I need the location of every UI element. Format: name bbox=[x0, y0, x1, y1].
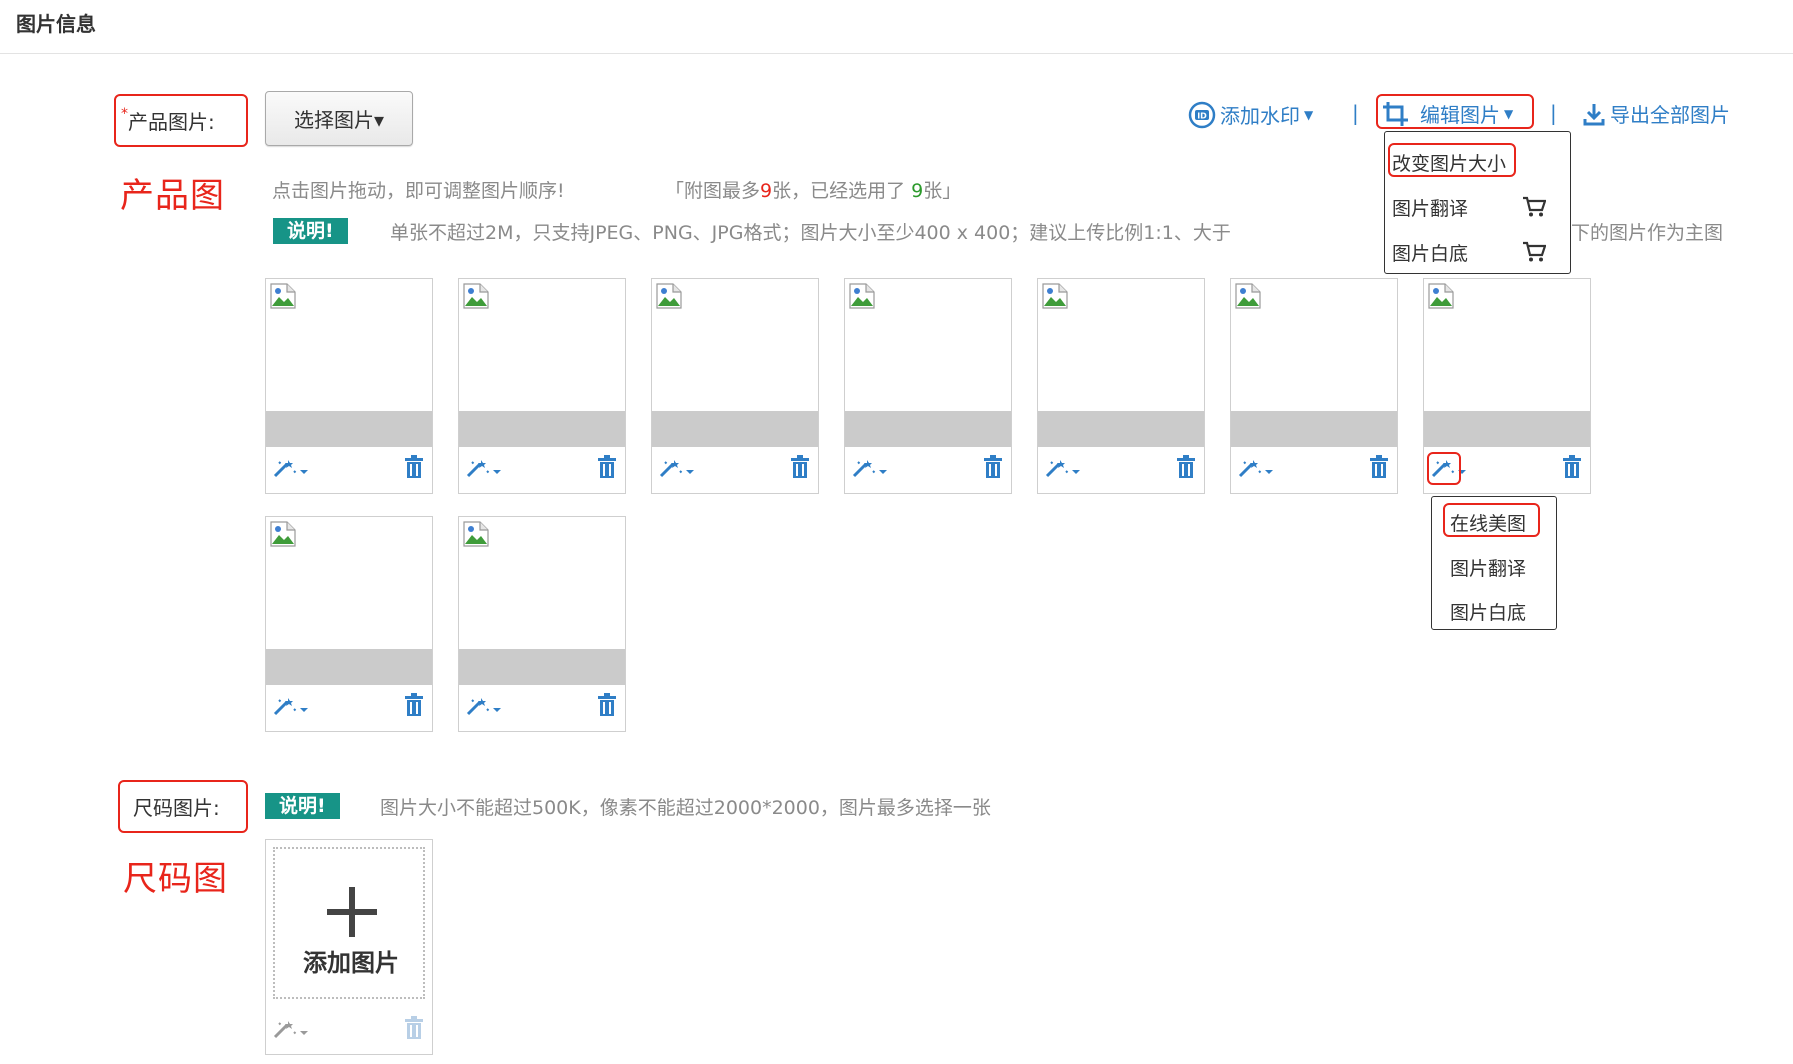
broken-image-icon bbox=[462, 282, 490, 314]
product-image-thumb[interactable] bbox=[458, 516, 626, 732]
magic-wand-icon[interactable] bbox=[272, 457, 312, 483]
svg-text:ID: ID bbox=[1197, 111, 1207, 120]
edit-image-button[interactable]: 编辑图片 ▼ bbox=[1382, 99, 1513, 128]
trash-icon[interactable] bbox=[1176, 455, 1196, 483]
limit-prefix: 「附图最多 bbox=[665, 180, 761, 202]
trash-icon[interactable] bbox=[404, 455, 424, 483]
magic-wand-icon[interactable] bbox=[1237, 457, 1277, 483]
cart-icon bbox=[1523, 241, 1546, 262]
trash-icon bbox=[405, 1016, 423, 1039]
thumb-caption-bar bbox=[1231, 411, 1397, 447]
product-image-thumb[interactable] bbox=[844, 278, 1012, 494]
size-spec-text: 图片大小不能超过500K，像素不能超过2000*2000，图片最多选择一张 bbox=[380, 797, 991, 819]
magic-wand-icon[interactable] bbox=[465, 695, 505, 721]
trash-icon[interactable] bbox=[1562, 455, 1582, 483]
limit-used: 9 bbox=[911, 180, 924, 202]
menu-item-translate[interactable]: 图片翻译 bbox=[1450, 554, 1526, 581]
add-size-image[interactable]: 添加图片 bbox=[265, 839, 433, 1055]
trash-icon[interactable] bbox=[983, 455, 1003, 483]
required-star: * bbox=[121, 106, 128, 122]
chevron-down-icon: ▼ bbox=[1304, 107, 1314, 122]
broken-image-icon bbox=[462, 520, 490, 552]
spec-text: 单张不超过2M，只支持JPEG、PNG、JPG格式；图片大小至少400 x 40… bbox=[390, 222, 1231, 244]
broken-image-icon bbox=[1234, 282, 1262, 314]
thumb-caption-bar bbox=[1038, 411, 1204, 447]
product-image-thumb[interactable] bbox=[265, 278, 433, 494]
toolbar-separator: | bbox=[1352, 101, 1359, 125]
wand-menu: 在线美图 图片翻译 图片白底 bbox=[1431, 496, 1557, 630]
magic-wand-icon[interactable] bbox=[465, 457, 505, 483]
export-all-images-button[interactable]: 导出全部图片 bbox=[1582, 99, 1730, 128]
select-image-button[interactable]: 选择图片▾ bbox=[265, 91, 413, 146]
image-limit-hint: 「附图最多9张，已经选用了 9张」 bbox=[665, 176, 961, 203]
limit-max: 9 bbox=[760, 180, 773, 202]
cart-icon bbox=[1523, 196, 1546, 217]
thumb-caption-bar bbox=[1424, 411, 1590, 447]
size-spec-badge: 说明! bbox=[265, 793, 340, 819]
add-image-dropzone[interactable]: 添加图片 bbox=[273, 847, 425, 999]
trash-icon[interactable] bbox=[1369, 455, 1389, 483]
product-annotation: 产品图 bbox=[120, 176, 225, 216]
broken-image-icon bbox=[655, 282, 683, 314]
watermark-icon: ID bbox=[1188, 101, 1216, 128]
magic-wand-icon[interactable] bbox=[851, 457, 891, 483]
select-image-button-label: 选择图片▾ bbox=[293, 108, 385, 132]
product-image-thumb[interactable] bbox=[1230, 278, 1398, 494]
menu-item-translate[interactable]: 图片翻译 bbox=[1392, 194, 1468, 221]
chevron-down-icon: ▼ bbox=[1504, 106, 1514, 121]
section-title: 图片信息 bbox=[16, 12, 96, 36]
product-image-label-text: 产品图片: bbox=[128, 110, 215, 134]
magic-wand-icon[interactable] bbox=[272, 695, 312, 721]
product-image-thumb[interactable] bbox=[1037, 278, 1205, 494]
header-divider bbox=[0, 53, 1793, 54]
magic-wand-icon[interactable] bbox=[1044, 457, 1084, 483]
menu-item-resize[interactable]: 改变图片大小 bbox=[1392, 149, 1506, 176]
menu-item-white-background[interactable]: 图片白底 bbox=[1450, 598, 1526, 625]
product-image-thumb[interactable] bbox=[265, 516, 433, 732]
toolbar-separator: | bbox=[1550, 101, 1557, 125]
edit-image-label: 编辑图片 bbox=[1420, 103, 1500, 127]
broken-image-icon bbox=[269, 282, 297, 314]
trash-icon[interactable] bbox=[404, 693, 424, 721]
menu-item-online-beautify[interactable]: 在线美图 bbox=[1450, 509, 1526, 536]
broken-image-icon bbox=[1041, 282, 1069, 314]
trash-icon[interactable] bbox=[790, 455, 810, 483]
spec-text-tail: 下的图片作为主图 bbox=[1571, 222, 1724, 244]
crop-icon bbox=[1383, 101, 1408, 126]
magic-wand-icon[interactable] bbox=[658, 457, 698, 483]
plus-icon bbox=[327, 887, 377, 937]
add-watermark-label: 添加水印 bbox=[1220, 104, 1300, 128]
size-image-label: 尺码图片: bbox=[133, 796, 220, 820]
thumb-caption-bar bbox=[652, 411, 818, 447]
menu-item-white-background[interactable]: 图片白底 bbox=[1392, 239, 1468, 266]
product-image-label: *产品图片: bbox=[121, 106, 215, 135]
limit-post: 张」 bbox=[923, 180, 962, 202]
magic-wand-icon bbox=[273, 1021, 308, 1039]
export-all-images-label: 导出全部图片 bbox=[1610, 103, 1730, 127]
spec-badge: 说明! bbox=[273, 218, 348, 244]
product-image-thumb[interactable] bbox=[458, 278, 626, 494]
thumb-caption-bar bbox=[266, 411, 432, 447]
download-icon bbox=[1583, 103, 1605, 125]
broken-image-icon bbox=[269, 520, 297, 552]
trash-icon[interactable] bbox=[597, 455, 617, 483]
thumb-caption-bar bbox=[845, 411, 1011, 447]
wand-highlight bbox=[1427, 452, 1461, 485]
thumb-caption-bar bbox=[266, 649, 432, 685]
broken-image-icon bbox=[848, 282, 876, 314]
add-image-label: 添加图片 bbox=[303, 949, 399, 977]
add-watermark-button[interactable]: ID 添加水印 ▼ bbox=[1188, 100, 1313, 129]
thumb-caption-bar bbox=[459, 411, 625, 447]
trash-icon[interactable] bbox=[597, 693, 617, 721]
size-annotation: 尺码图 bbox=[123, 859, 228, 899]
product-image-thumb[interactable] bbox=[651, 278, 819, 494]
broken-image-icon bbox=[1427, 282, 1455, 314]
limit-mid: 张，已经选用了 bbox=[772, 180, 912, 202]
thumb-caption-bar bbox=[459, 649, 625, 685]
edit-image-menu: 改变图片大小 图片翻译 图片白底 bbox=[1384, 131, 1571, 274]
drag-hint: 点击图片拖动，即可调整图片顺序! bbox=[272, 180, 565, 202]
